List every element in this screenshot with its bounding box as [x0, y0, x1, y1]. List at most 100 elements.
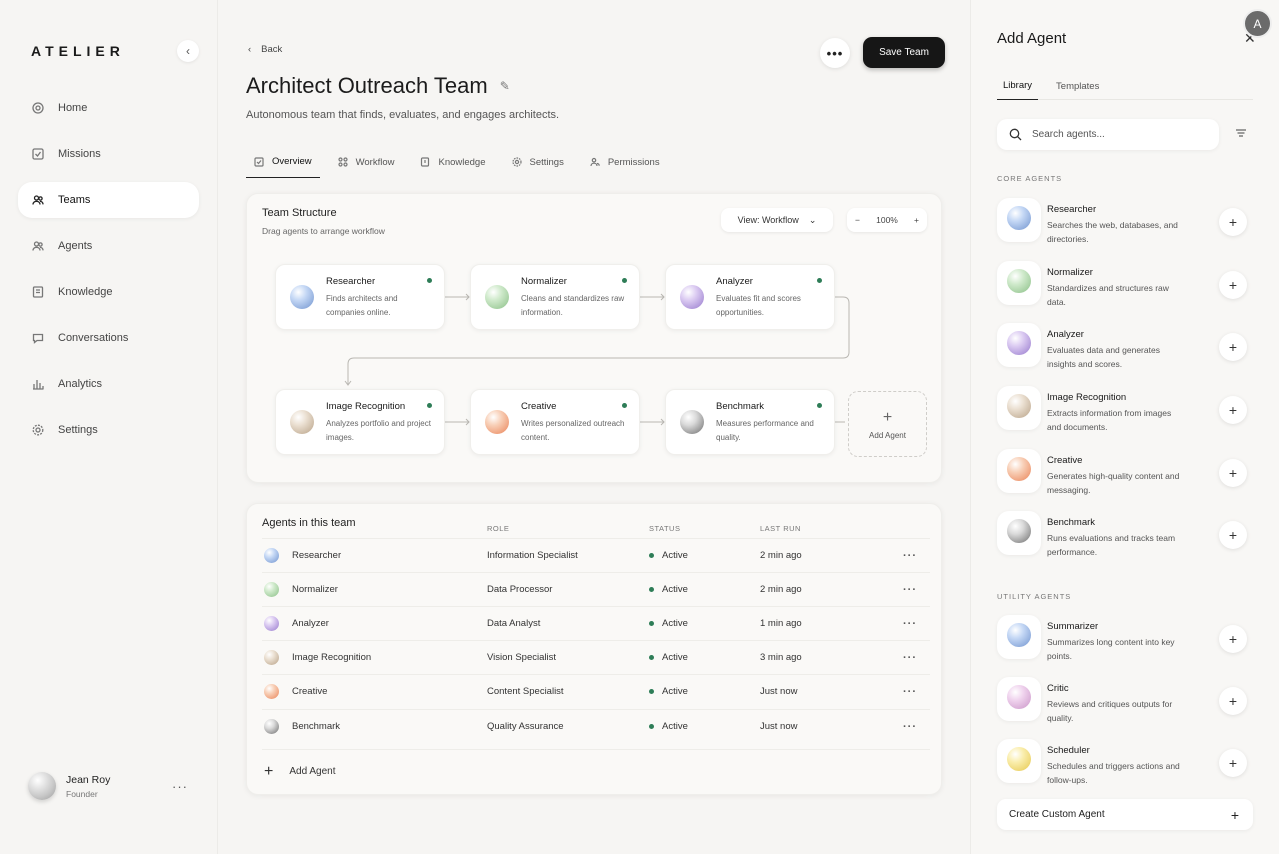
status-dot	[649, 655, 654, 660]
zoom-out-button[interactable]: −	[855, 215, 860, 225]
table-row[interactable]: Normalizer Data Processor Active 2 min a…	[262, 572, 930, 606]
library-item-scheduler[interactable]: Scheduler Schedules and triggers actions…	[997, 739, 1253, 795]
sidebar-item-analytics[interactable]: Analytics	[18, 366, 199, 402]
agent-name: Image Recognition	[1047, 392, 1127, 403]
sidebar-item-agents[interactable]: Agents	[18, 228, 199, 264]
sidebar-item-teams[interactable]: Teams	[18, 182, 199, 218]
library-item-critic[interactable]: Critic Reviews and critiques outputs for…	[997, 677, 1253, 733]
overview-icon	[254, 156, 264, 167]
sidebar-item-home[interactable]: Home	[18, 90, 199, 126]
home-icon	[32, 102, 44, 114]
library-item-normalizer[interactable]: Normalizer Standardizes and structures r…	[997, 261, 1253, 317]
node-description: Evaluates fit and scores opportunities.	[716, 294, 801, 317]
add-button[interactable]: +	[1219, 625, 1247, 653]
back-button[interactable]: ‹ Back	[248, 44, 282, 55]
tab-overview[interactable]: Overview	[246, 146, 320, 178]
panel-title: Add Agent	[997, 30, 1067, 47]
agent-description: Runs evaluations and tracks team perform…	[1047, 533, 1176, 557]
agent-description: Generates high-quality content and messa…	[1047, 471, 1180, 495]
sidebar-item-conversations[interactable]: Conversations	[18, 320, 199, 356]
table-row[interactable]: Researcher Information Specialist Active…	[262, 538, 930, 572]
workflow-node-normalizer[interactable]: Normalizer Cleans and standardizes raw i…	[470, 264, 640, 330]
agent-role: Vision Specialist	[487, 652, 557, 663]
add-button[interactable]: +	[1219, 687, 1247, 715]
library-item-creative[interactable]: Creative Generates high-quality content …	[997, 449, 1253, 505]
status-text: Active	[662, 550, 688, 561]
edit-pencil-icon[interactable]: ✎	[500, 79, 510, 93]
status-badge: Active	[649, 721, 688, 732]
library-item-summarizer[interactable]: Summarizer Summarizes long content into …	[997, 615, 1253, 671]
card-title: Team Structure	[262, 207, 337, 219]
add-button[interactable]: +	[1219, 271, 1247, 299]
orb-container	[997, 198, 1041, 242]
row-more-button[interactable]: ···	[903, 550, 917, 562]
agent-orb	[290, 410, 314, 434]
sidebar-item-settings[interactable]: Settings	[18, 412, 199, 448]
tab-settings[interactable]: Settings	[504, 146, 572, 178]
workflow-node-researcher[interactable]: Researcher Finds architects and companie…	[275, 264, 445, 330]
row-more-button[interactable]: ···	[903, 618, 917, 630]
add-button[interactable]: +	[1219, 396, 1247, 424]
table-row[interactable]: Benchmark Quality Assurance Active Just …	[262, 709, 930, 743]
create-custom-agent-button[interactable]: Create Custom Agent +	[997, 799, 1253, 830]
save-team-button[interactable]: Save Team	[863, 37, 945, 68]
view-select[interactable]: View: Workflow ⌄	[721, 208, 833, 232]
agent-role: Quality Assurance	[487, 721, 564, 732]
library-item-image-recognition[interactable]: Image Recognition Extracts information f…	[997, 386, 1253, 442]
tab-permissions[interactable]: Permissions	[582, 146, 668, 178]
status-dot	[649, 689, 654, 694]
filter-icon[interactable]	[1235, 127, 1247, 139]
agents-icon	[32, 241, 44, 251]
plus-icon: +	[264, 762, 274, 780]
agent-name: Critic	[1047, 683, 1069, 694]
agent-name: Analyzer	[1047, 329, 1084, 340]
table-row[interactable]: Creative Content Specialist Active Just …	[262, 674, 930, 708]
more-options-button[interactable]: •••	[820, 38, 850, 68]
agent-name: Benchmark	[292, 721, 341, 732]
add-button[interactable]: +	[1219, 333, 1247, 361]
table-row[interactable]: Image Recognition Vision Specialist Acti…	[262, 640, 930, 674]
agent-name: Researcher	[1047, 204, 1097, 215]
row-more-button[interactable]: ···	[903, 652, 917, 664]
status-text: Active	[662, 721, 688, 732]
search-input[interactable]	[1032, 129, 1202, 140]
agent-orb	[264, 650, 279, 665]
sidebar-item-missions[interactable]: Missions	[18, 136, 199, 172]
row-more-button[interactable]: ···	[903, 721, 917, 733]
tab-workflow[interactable]: Workflow	[330, 146, 403, 178]
add-agent-label: Add Agent	[289, 766, 336, 777]
accessibility-icon[interactable]: A	[1243, 9, 1272, 38]
plus-icon: +	[1230, 806, 1239, 823]
row-more-button[interactable]: ···	[903, 686, 917, 698]
node-name: Benchmark	[716, 401, 765, 412]
workflow-node-analyzer[interactable]: Analyzer Evaluates fit and scores opport…	[665, 264, 835, 330]
status-badge: Active	[649, 584, 688, 595]
row-more-button[interactable]: ···	[903, 584, 917, 596]
user-more-button[interactable]: ···	[172, 779, 188, 794]
add-agent-node[interactable]: + Add Agent	[848, 391, 927, 457]
add-agent-button[interactable]: + Add Agent	[262, 749, 930, 793]
agent-name: Analyzer	[292, 618, 329, 629]
tab-knowledge[interactable]: Knowledge	[412, 146, 493, 178]
add-button[interactable]: +	[1219, 749, 1247, 777]
sidebar-item-knowledge[interactable]: Knowledge	[18, 274, 199, 310]
agent-orb	[264, 548, 279, 563]
library-item-benchmark[interactable]: Benchmark Runs evaluations and tracks te…	[997, 511, 1253, 567]
tab-templates[interactable]: Templates	[1050, 72, 1105, 100]
search-box	[997, 119, 1219, 150]
section-label-utility: UTILITY AGENTS	[997, 592, 1072, 601]
chevron-down-icon: ⌄	[808, 214, 817, 225]
workflow-node-creative[interactable]: Creative Writes personalized outreach co…	[470, 389, 640, 455]
user-profile[interactable]: Jean Roy Founder ···	[28, 772, 188, 800]
workflow-node-benchmark[interactable]: Benchmark Measures performance and quali…	[665, 389, 835, 455]
library-item-analyzer[interactable]: Analyzer Evaluates data and generates in…	[997, 323, 1253, 379]
collapse-sidebar-button[interactable]: ‹	[177, 40, 199, 62]
add-button[interactable]: +	[1219, 459, 1247, 487]
library-item-researcher[interactable]: Researcher Searches the web, databases, …	[997, 198, 1253, 254]
tab-library[interactable]: Library	[997, 72, 1039, 100]
table-row[interactable]: Analyzer Data Analyst Active 1 min ago ·…	[262, 606, 930, 640]
workflow-node-image-recognition[interactable]: Image Recognition Analyzes portfolio and…	[275, 389, 445, 455]
add-button[interactable]: +	[1219, 208, 1247, 236]
zoom-in-button[interactable]: +	[914, 215, 919, 225]
add-button[interactable]: +	[1219, 521, 1247, 549]
